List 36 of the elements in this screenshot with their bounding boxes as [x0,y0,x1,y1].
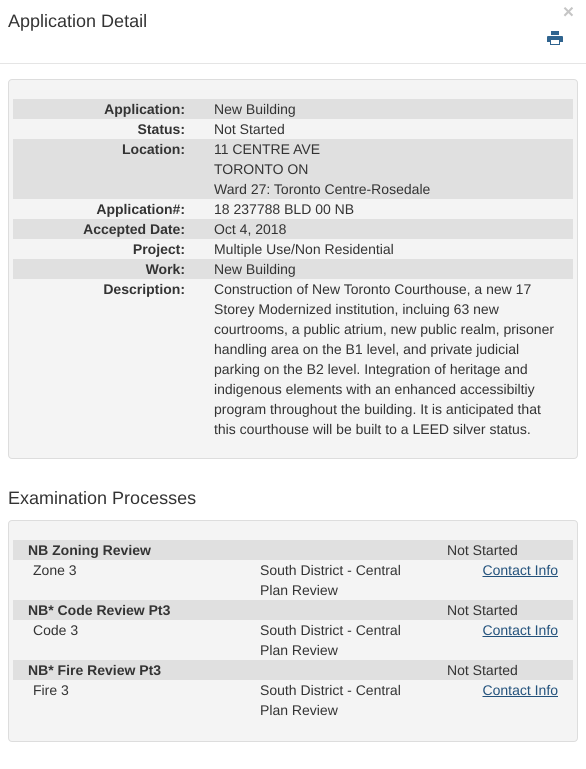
process-name: NB* Fire Review Pt3 [27,661,162,680]
process-unit: Zone 3 [32,561,78,580]
field-label: Accepted Date: [82,220,185,239]
process-district: South District - Central Plan Review [260,621,402,660]
field-label: Project: [132,240,185,259]
field-value: Multiple Use/Non Residential [214,240,395,259]
field-label: Description: [102,280,185,299]
field-value: 18 237788 BLD 00 NB [214,200,356,219]
process-status: Not Started [447,601,518,620]
field-value: New Building [214,260,297,279]
contact-info-link[interactable]: Contact Info [482,560,558,580]
field-value: New Building [214,100,297,119]
process-district: South District - Central Plan Review [260,561,402,600]
process-unit: Fire 3 [32,681,70,700]
process-unit: Code 3 [32,621,80,640]
dialog-title: Application Detail [8,10,148,33]
process-name: NB Zoning Review [27,541,152,560]
field-value: Ward 27: Toronto Centre-Rosedale [214,180,432,199]
field-label: Work: [144,260,185,279]
field-label: Status: [136,120,185,139]
field-label: Application#: [95,200,185,219]
section-title: Examination Processes [8,487,198,510]
process-district: South District - Central Plan Review [260,681,402,720]
printer-icon[interactable] [547,31,563,45]
field-value: Construction of New Toronto Courthouse, a new 17 Storey Modernized institution, incluing 63 new courtrooms, a public atrium, new public realm, prisoner handling area on the B1 level, and private judicial parking on the B2 level. Integration of heritage and indigenous elements with an enhanced accessibiltiy program throughout the building. It is anticipated that this courthouse will be built to a LEED silver status. [214,280,556,439]
process-status: Not Started [447,661,518,680]
contact-info-link[interactable]: Contact Info [482,620,558,640]
process-name: NB* Code Review Pt3 [27,601,172,620]
field-label: Location: [121,140,185,159]
process-status: Not Started [447,541,518,560]
field-value: TORONTO ON [214,160,310,179]
field-value: Not Started [214,120,286,139]
field-value: Oct 4, 2018 [214,220,288,239]
contact-info-link[interactable]: Contact Info [482,680,558,700]
field-label: Application: [103,100,185,119]
field-value: 11 CENTRE AVE [214,140,322,159]
